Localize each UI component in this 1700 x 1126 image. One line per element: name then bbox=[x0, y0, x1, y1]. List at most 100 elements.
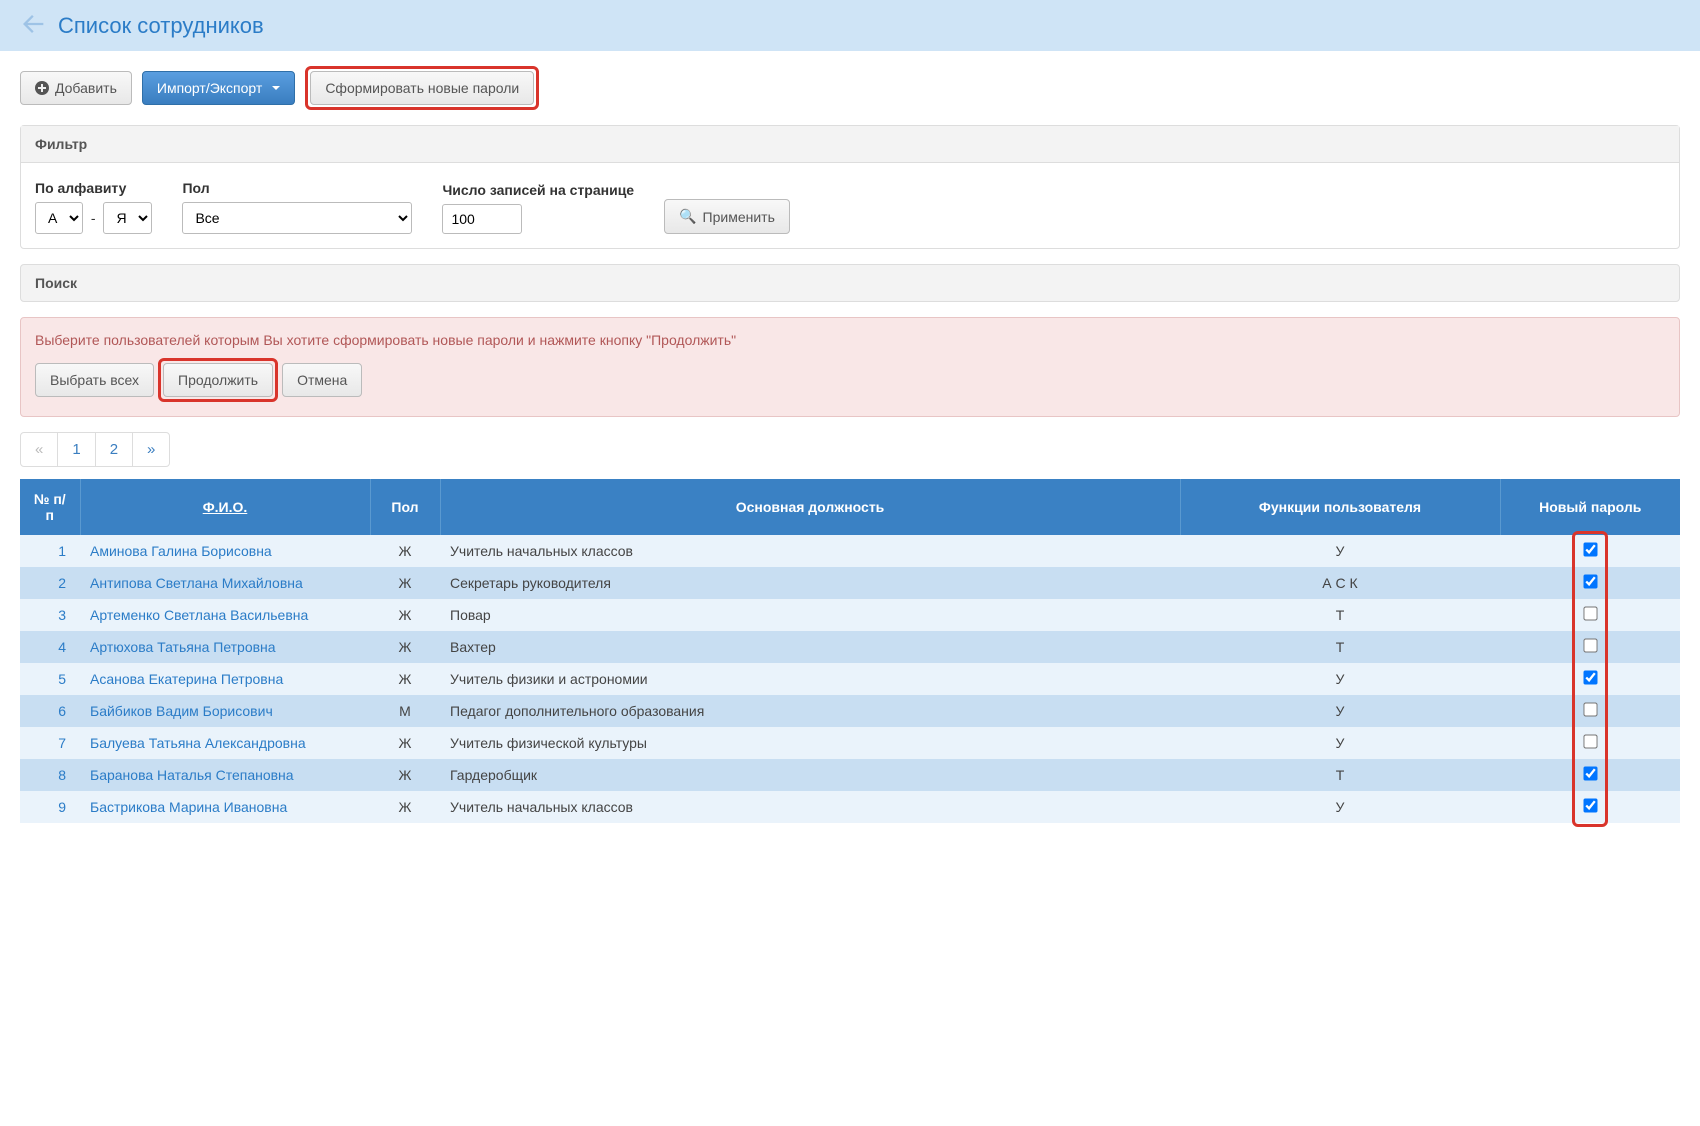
import-export-button[interactable]: Импорт/Экспорт bbox=[142, 71, 295, 105]
new-password-checkbox[interactable] bbox=[1583, 574, 1597, 588]
alphabet-separator: - bbox=[91, 210, 96, 226]
generate-passwords-button[interactable]: Сформировать новые пароли bbox=[310, 71, 534, 105]
cell-name: Байбиков Вадим Борисович bbox=[80, 695, 370, 727]
cell-name: Артюхова Татьяна Петровна bbox=[80, 631, 370, 663]
search-panel[interactable]: Поиск bbox=[20, 264, 1680, 302]
highlight-continue: Продолжить bbox=[158, 358, 278, 402]
new-password-checkbox[interactable] bbox=[1583, 702, 1597, 716]
cell-gender: М bbox=[370, 695, 440, 727]
employee-link[interactable]: Антипова Светлана Михайловна bbox=[90, 575, 303, 591]
table-row: 5Асанова Екатерина ПетровнаЖУчитель физи… bbox=[20, 663, 1680, 695]
cell-functions: У bbox=[1180, 695, 1500, 727]
new-password-checkbox[interactable] bbox=[1583, 606, 1597, 620]
employee-link[interactable]: Баранова Наталья Степановна bbox=[90, 767, 294, 783]
filter-panel-title: Фильтр bbox=[21, 126, 1679, 163]
pagination-prev[interactable]: « bbox=[21, 433, 58, 466]
pagination: « 1 2 » bbox=[20, 432, 170, 467]
cell-new-password bbox=[1500, 535, 1680, 567]
table-row: 1Аминова Галина БорисовнаЖУчитель началь… bbox=[20, 535, 1680, 567]
toolbar: Добавить Импорт/Экспорт Сформировать нов… bbox=[0, 51, 1700, 125]
table-row: 6Байбиков Вадим БорисовичМПедагог дополн… bbox=[20, 695, 1680, 727]
th-name[interactable]: Ф.И.О. bbox=[80, 479, 370, 535]
employee-link[interactable]: Артюхова Татьяна Петровна bbox=[90, 639, 276, 655]
new-password-checkbox[interactable] bbox=[1583, 638, 1597, 652]
cell-functions: Т bbox=[1180, 759, 1500, 791]
cell-new-password bbox=[1500, 567, 1680, 599]
alert-text: Выберите пользователей которым Вы хотите… bbox=[35, 332, 1665, 348]
employee-link[interactable]: Балуева Татьяна Александровна bbox=[90, 735, 306, 751]
cell-name: Баранова Наталья Степановна bbox=[80, 759, 370, 791]
new-password-checkbox[interactable] bbox=[1583, 542, 1597, 556]
cell-gender: Ж bbox=[370, 791, 440, 823]
select-all-button[interactable]: Выбрать всех bbox=[35, 363, 154, 397]
cancel-label: Отмена bbox=[297, 372, 347, 388]
cell-functions: Т bbox=[1180, 631, 1500, 663]
cell-num: 9 bbox=[20, 791, 80, 823]
cell-num: 3 bbox=[20, 599, 80, 631]
chevron-down-icon bbox=[272, 86, 280, 90]
apply-filter-button[interactable]: 🔍 Применить bbox=[664, 199, 790, 234]
filter-alphabet-label: По алфавиту bbox=[35, 180, 152, 196]
page-title: Список сотрудников bbox=[58, 13, 264, 39]
continue-button[interactable]: Продолжить bbox=[163, 363, 273, 397]
cell-num: 8 bbox=[20, 759, 80, 791]
filter-page-size-label: Число записей на странице bbox=[442, 182, 634, 198]
cell-new-password bbox=[1500, 631, 1680, 663]
cell-position: Гардеробщик bbox=[440, 759, 1180, 791]
cell-functions: У bbox=[1180, 791, 1500, 823]
new-password-checkbox[interactable] bbox=[1583, 734, 1597, 748]
search-icon: 🔍 bbox=[679, 208, 696, 225]
cell-position: Учитель начальных классов bbox=[440, 791, 1180, 823]
th-position: Основная должность bbox=[440, 479, 1180, 535]
alphabet-to-select[interactable]: Я bbox=[103, 202, 152, 234]
table-row: 3Артеменко Светлана ВасильевнаЖПоварТ bbox=[20, 599, 1680, 631]
pagination-page-2[interactable]: 2 bbox=[96, 433, 133, 466]
filter-alphabet: По алфавиту А - Я bbox=[35, 180, 152, 234]
cell-name: Антипова Светлана Михайловна bbox=[80, 567, 370, 599]
cell-position: Секретарь руководителя bbox=[440, 567, 1180, 599]
employee-link[interactable]: Артеменко Светлана Васильевна bbox=[90, 607, 308, 623]
page-size-input[interactable] bbox=[442, 204, 522, 234]
cell-position: Учитель начальных классов bbox=[440, 535, 1180, 567]
employee-link[interactable]: Бастрикова Марина Ивановна bbox=[90, 799, 287, 815]
pagination-next[interactable]: » bbox=[133, 433, 169, 466]
th-name-link[interactable]: Ф.И.О. bbox=[203, 499, 248, 515]
th-new-password: Новый пароль bbox=[1500, 479, 1680, 535]
cell-name: Артеменко Светлана Васильевна bbox=[80, 599, 370, 631]
employee-link[interactable]: Аминова Галина Борисовна bbox=[90, 543, 272, 559]
alphabet-from-select[interactable]: А bbox=[35, 202, 83, 234]
cell-name: Балуева Татьяна Александровна bbox=[80, 727, 370, 759]
employee-link[interactable]: Байбиков Вадим Борисович bbox=[90, 703, 273, 719]
new-password-checkbox[interactable] bbox=[1583, 670, 1597, 684]
gender-select[interactable]: Все bbox=[182, 202, 412, 234]
pagination-page-1[interactable]: 1 bbox=[58, 433, 95, 466]
cell-gender: Ж bbox=[370, 631, 440, 663]
cell-functions: Т bbox=[1180, 599, 1500, 631]
new-password-checkbox[interactable] bbox=[1583, 766, 1597, 780]
search-panel-title: Поиск bbox=[35, 275, 77, 291]
cell-new-password bbox=[1500, 727, 1680, 759]
employee-link[interactable]: Асанова Екатерина Петровна bbox=[90, 671, 283, 687]
cell-new-password bbox=[1500, 759, 1680, 791]
cell-position: Педагог дополнительного образования bbox=[440, 695, 1180, 727]
cancel-button[interactable]: Отмена bbox=[282, 363, 362, 397]
cell-functions: У bbox=[1180, 727, 1500, 759]
cell-position: Учитель физической культуры bbox=[440, 727, 1180, 759]
cell-position: Повар bbox=[440, 599, 1180, 631]
plus-icon bbox=[35, 81, 49, 95]
add-button[interactable]: Добавить bbox=[20, 71, 132, 105]
th-functions: Функции пользователя bbox=[1180, 479, 1500, 535]
cell-name: Бастрикова Марина Ивановна bbox=[80, 791, 370, 823]
cell-gender: Ж bbox=[370, 759, 440, 791]
cell-num: 4 bbox=[20, 631, 80, 663]
table-row: 4Артюхова Татьяна ПетровнаЖВахтерТ bbox=[20, 631, 1680, 663]
cell-gender: Ж bbox=[370, 567, 440, 599]
select-all-label: Выбрать всех bbox=[50, 372, 139, 388]
employees-table: № п/п Ф.И.О. Пол Основная должность Функ… bbox=[20, 479, 1680, 823]
back-arrow-icon[interactable] bbox=[20, 10, 48, 41]
th-gender: Пол bbox=[370, 479, 440, 535]
page-header: Список сотрудников bbox=[0, 0, 1700, 51]
cell-gender: Ж bbox=[370, 663, 440, 695]
cell-functions: У bbox=[1180, 535, 1500, 567]
new-password-checkbox[interactable] bbox=[1583, 798, 1597, 812]
